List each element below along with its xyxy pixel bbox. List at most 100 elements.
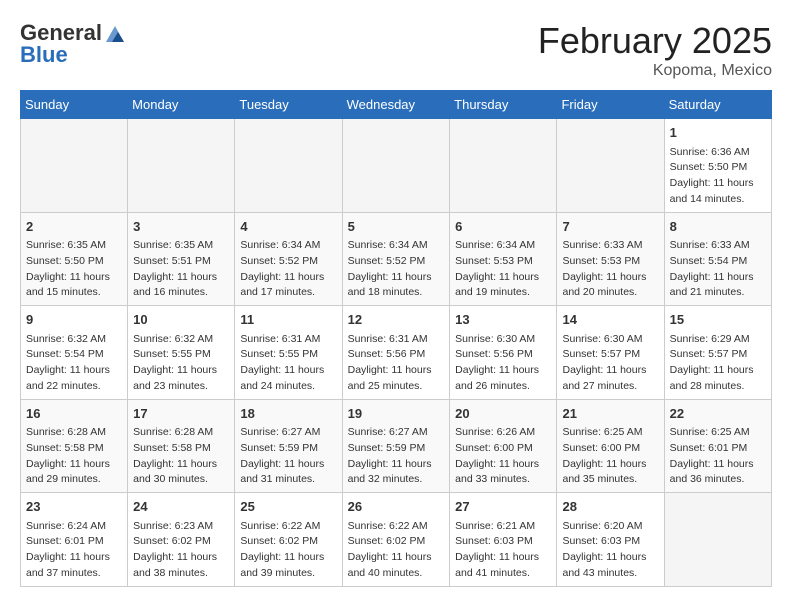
header-day-friday: Friday — [557, 91, 664, 119]
day-number: 13 — [455, 310, 551, 330]
day-number: 18 — [240, 404, 336, 424]
location: Kopoma, Mexico — [538, 62, 772, 80]
calendar-cell: 4Sunrise: 6:34 AMSunset: 5:52 PMDaylight… — [235, 212, 342, 306]
day-info: Sunrise: 6:33 AMSunset: 5:53 PMDaylight:… — [562, 238, 658, 301]
day-number: 2 — [26, 217, 122, 237]
calendar-cell: 27Sunrise: 6:21 AMSunset: 6:03 PMDayligh… — [450, 493, 557, 587]
day-info: Sunrise: 6:22 AMSunset: 6:02 PMDaylight:… — [240, 519, 336, 582]
day-info: Sunrise: 6:30 AMSunset: 5:57 PMDaylight:… — [562, 332, 658, 395]
week-row-5: 23Sunrise: 6:24 AMSunset: 6:01 PMDayligh… — [21, 493, 772, 587]
calendar-cell — [557, 119, 664, 213]
calendar-cell: 23Sunrise: 6:24 AMSunset: 6:01 PMDayligh… — [21, 493, 128, 587]
day-info: Sunrise: 6:29 AMSunset: 5:57 PMDaylight:… — [670, 332, 766, 395]
day-info: Sunrise: 6:36 AMSunset: 5:50 PMDaylight:… — [670, 145, 766, 208]
day-number: 15 — [670, 310, 766, 330]
day-info: Sunrise: 6:34 AMSunset: 5:52 PMDaylight:… — [240, 238, 336, 301]
calendar-cell: 17Sunrise: 6:28 AMSunset: 5:58 PMDayligh… — [128, 399, 235, 493]
calendar-cell: 20Sunrise: 6:26 AMSunset: 6:00 PMDayligh… — [450, 399, 557, 493]
calendar-cell — [128, 119, 235, 213]
header-day-saturday: Saturday — [664, 91, 771, 119]
calendar-cell: 24Sunrise: 6:23 AMSunset: 6:02 PMDayligh… — [128, 493, 235, 587]
calendar-cell: 10Sunrise: 6:32 AMSunset: 5:55 PMDayligh… — [128, 306, 235, 400]
calendar-cell: 16Sunrise: 6:28 AMSunset: 5:58 PMDayligh… — [21, 399, 128, 493]
header-day-wednesday: Wednesday — [342, 91, 450, 119]
header-day-monday: Monday — [128, 91, 235, 119]
calendar-cell: 15Sunrise: 6:29 AMSunset: 5:57 PMDayligh… — [664, 306, 771, 400]
day-info: Sunrise: 6:25 AMSunset: 6:01 PMDaylight:… — [670, 425, 766, 488]
week-row-4: 16Sunrise: 6:28 AMSunset: 5:58 PMDayligh… — [21, 399, 772, 493]
day-number: 27 — [455, 497, 551, 517]
calendar-cell: 1Sunrise: 6:36 AMSunset: 5:50 PMDaylight… — [664, 119, 771, 213]
week-row-2: 2Sunrise: 6:35 AMSunset: 5:50 PMDaylight… — [21, 212, 772, 306]
day-number: 12 — [348, 310, 445, 330]
header-day-thursday: Thursday — [450, 91, 557, 119]
calendar-cell: 8Sunrise: 6:33 AMSunset: 5:54 PMDaylight… — [664, 212, 771, 306]
day-number: 24 — [133, 497, 229, 517]
calendar-cell: 26Sunrise: 6:22 AMSunset: 6:02 PMDayligh… — [342, 493, 450, 587]
day-number: 14 — [562, 310, 658, 330]
day-number: 17 — [133, 404, 229, 424]
calendar-cell — [664, 493, 771, 587]
calendar-cell: 14Sunrise: 6:30 AMSunset: 5:57 PMDayligh… — [557, 306, 664, 400]
day-info: Sunrise: 6:25 AMSunset: 6:00 PMDaylight:… — [562, 425, 658, 488]
day-info: Sunrise: 6:32 AMSunset: 5:54 PMDaylight:… — [26, 332, 122, 395]
calendar-cell: 5Sunrise: 6:34 AMSunset: 5:52 PMDaylight… — [342, 212, 450, 306]
day-number: 25 — [240, 497, 336, 517]
calendar-cell: 28Sunrise: 6:20 AMSunset: 6:03 PMDayligh… — [557, 493, 664, 587]
day-number: 22 — [670, 404, 766, 424]
day-info: Sunrise: 6:32 AMSunset: 5:55 PMDaylight:… — [133, 332, 229, 395]
header-day-sunday: Sunday — [21, 91, 128, 119]
calendar-cell: 25Sunrise: 6:22 AMSunset: 6:02 PMDayligh… — [235, 493, 342, 587]
title-area: February 2025 Kopoma, Mexico — [538, 20, 772, 80]
week-row-3: 9Sunrise: 6:32 AMSunset: 5:54 PMDaylight… — [21, 306, 772, 400]
calendar-cell: 9Sunrise: 6:32 AMSunset: 5:54 PMDaylight… — [21, 306, 128, 400]
day-info: Sunrise: 6:30 AMSunset: 5:56 PMDaylight:… — [455, 332, 551, 395]
day-info: Sunrise: 6:26 AMSunset: 6:00 PMDaylight:… — [455, 425, 551, 488]
calendar-cell — [342, 119, 450, 213]
day-number: 21 — [562, 404, 658, 424]
calendar-cell: 3Sunrise: 6:35 AMSunset: 5:51 PMDaylight… — [128, 212, 235, 306]
day-info: Sunrise: 6:31 AMSunset: 5:56 PMDaylight:… — [348, 332, 445, 395]
day-info: Sunrise: 6:28 AMSunset: 5:58 PMDaylight:… — [133, 425, 229, 488]
day-info: Sunrise: 6:27 AMSunset: 5:59 PMDaylight:… — [348, 425, 445, 488]
day-info: Sunrise: 6:35 AMSunset: 5:51 PMDaylight:… — [133, 238, 229, 301]
week-row-1: 1Sunrise: 6:36 AMSunset: 5:50 PMDaylight… — [21, 119, 772, 213]
day-info: Sunrise: 6:23 AMSunset: 6:02 PMDaylight:… — [133, 519, 229, 582]
day-info: Sunrise: 6:28 AMSunset: 5:58 PMDaylight:… — [26, 425, 122, 488]
day-number: 16 — [26, 404, 122, 424]
calendar-cell: 7Sunrise: 6:33 AMSunset: 5:53 PMDaylight… — [557, 212, 664, 306]
logo-icon — [104, 22, 126, 44]
calendar-cell: 2Sunrise: 6:35 AMSunset: 5:50 PMDaylight… — [21, 212, 128, 306]
calendar-cell — [21, 119, 128, 213]
day-number: 3 — [133, 217, 229, 237]
day-number: 4 — [240, 217, 336, 237]
day-number: 26 — [348, 497, 445, 517]
calendar-cell: 6Sunrise: 6:34 AMSunset: 5:53 PMDaylight… — [450, 212, 557, 306]
calendar-cell: 21Sunrise: 6:25 AMSunset: 6:00 PMDayligh… — [557, 399, 664, 493]
day-info: Sunrise: 6:24 AMSunset: 6:01 PMDaylight:… — [26, 519, 122, 582]
day-number: 19 — [348, 404, 445, 424]
day-number: 8 — [670, 217, 766, 237]
day-info: Sunrise: 6:22 AMSunset: 6:02 PMDaylight:… — [348, 519, 445, 582]
calendar-header-row: SundayMondayTuesdayWednesdayThursdayFrid… — [21, 91, 772, 119]
day-info: Sunrise: 6:21 AMSunset: 6:03 PMDaylight:… — [455, 519, 551, 582]
day-number: 5 — [348, 217, 445, 237]
month-title: February 2025 — [538, 20, 772, 62]
day-number: 1 — [670, 123, 766, 143]
calendar-cell — [235, 119, 342, 213]
day-number: 10 — [133, 310, 229, 330]
day-number: 23 — [26, 497, 122, 517]
logo: General Blue — [20, 20, 126, 68]
day-info: Sunrise: 6:20 AMSunset: 6:03 PMDaylight:… — [562, 519, 658, 582]
day-info: Sunrise: 6:34 AMSunset: 5:53 PMDaylight:… — [455, 238, 551, 301]
day-info: Sunrise: 6:33 AMSunset: 5:54 PMDaylight:… — [670, 238, 766, 301]
calendar-cell: 18Sunrise: 6:27 AMSunset: 5:59 PMDayligh… — [235, 399, 342, 493]
header-day-tuesday: Tuesday — [235, 91, 342, 119]
day-info: Sunrise: 6:34 AMSunset: 5:52 PMDaylight:… — [348, 238, 445, 301]
calendar-table: SundayMondayTuesdayWednesdayThursdayFrid… — [20, 90, 772, 587]
day-number: 20 — [455, 404, 551, 424]
calendar-cell: 11Sunrise: 6:31 AMSunset: 5:55 PMDayligh… — [235, 306, 342, 400]
day-number: 7 — [562, 217, 658, 237]
day-number: 28 — [562, 497, 658, 517]
calendar-cell — [450, 119, 557, 213]
